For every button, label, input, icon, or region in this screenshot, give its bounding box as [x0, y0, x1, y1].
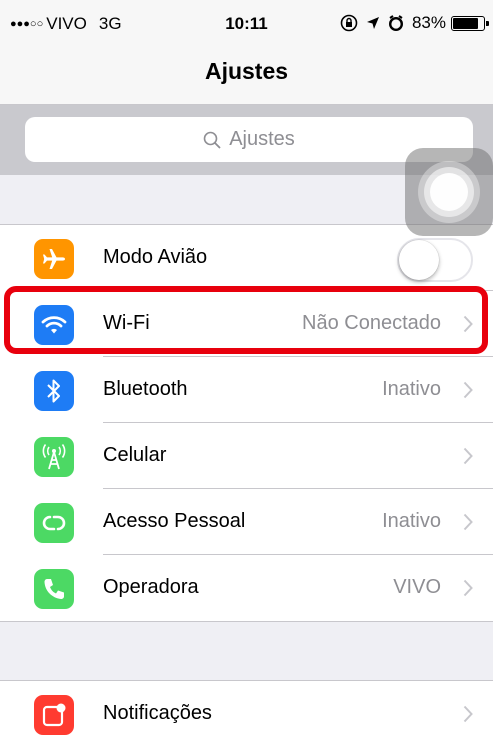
chevron-right-icon	[463, 315, 473, 333]
personal-hotspot-icon	[34, 503, 74, 543]
status-indicators: 83%	[332, 13, 489, 33]
location-arrow-icon	[366, 16, 380, 30]
bluetooth-label: Bluetooth	[103, 378, 188, 400]
page-title: Ajustes	[204, 58, 289, 84]
toggle-knob	[399, 240, 439, 280]
search-placeholder: Ajustes	[229, 128, 295, 150]
settings-row-carrier[interactable]: Operadora VIVO	[0, 555, 493, 621]
battery-icon	[451, 15, 489, 31]
personal-hotspot-label: Acesso Pessoal	[103, 510, 246, 532]
chevron-right-icon	[463, 447, 473, 465]
settings-row-wifi[interactable]: Wi-Fi Não Conectado	[0, 291, 493, 357]
airplane-mode-toggle[interactable]	[397, 238, 473, 282]
rotation-lock-icon	[340, 14, 358, 32]
personal-hotspot-status: Inativo	[382, 510, 441, 532]
wifi-label: Wi-Fi	[103, 312, 150, 334]
settings-row-bluetooth[interactable]: Bluetooth Inativo	[0, 357, 493, 423]
airplane-mode-label: Modo Avião	[103, 246, 208, 268]
chevron-right-icon	[463, 513, 473, 531]
settings-row-cellular[interactable]: Celular	[0, 423, 493, 489]
settings-group-connectivity: Modo Avião Wi-Fi Não Conectado Bluetooth…	[0, 224, 493, 622]
settings-group-notifications: Notificações	[0, 680, 493, 747]
chevron-right-icon	[463, 579, 473, 597]
carrier-value: VIVO	[393, 576, 441, 598]
settings-row-personal-hotspot[interactable]: Acesso Pessoal Inativo	[0, 489, 493, 555]
cellular-antenna-icon	[34, 437, 74, 477]
search-input[interactable]: Ajustes	[25, 117, 473, 162]
bluetooth-icon	[34, 371, 74, 411]
status-bar: ●●●○○ VIVO 3G 10:11 83%	[0, 0, 493, 44]
alarm-icon	[388, 15, 404, 31]
airplane-icon	[34, 239, 74, 279]
cellular-label: Celular	[103, 444, 167, 466]
assistive-touch-button[interactable]	[405, 148, 493, 236]
chevron-right-icon	[463, 705, 473, 723]
bluetooth-status: Inativo	[382, 378, 441, 400]
notifications-label: Notificações	[103, 702, 212, 724]
battery-percent: 83%	[411, 13, 446, 32]
wifi-icon	[34, 305, 74, 345]
settings-row-notifications[interactable]: Notificações	[0, 681, 493, 747]
wifi-status: Não Conectado	[302, 312, 441, 334]
navigation-bar: Ajustes	[0, 44, 493, 105]
search-icon	[203, 131, 221, 149]
chevron-right-icon	[463, 381, 473, 399]
notifications-icon	[34, 695, 74, 735]
carrier-label: Operadora	[103, 576, 199, 598]
phone-icon	[34, 569, 74, 609]
